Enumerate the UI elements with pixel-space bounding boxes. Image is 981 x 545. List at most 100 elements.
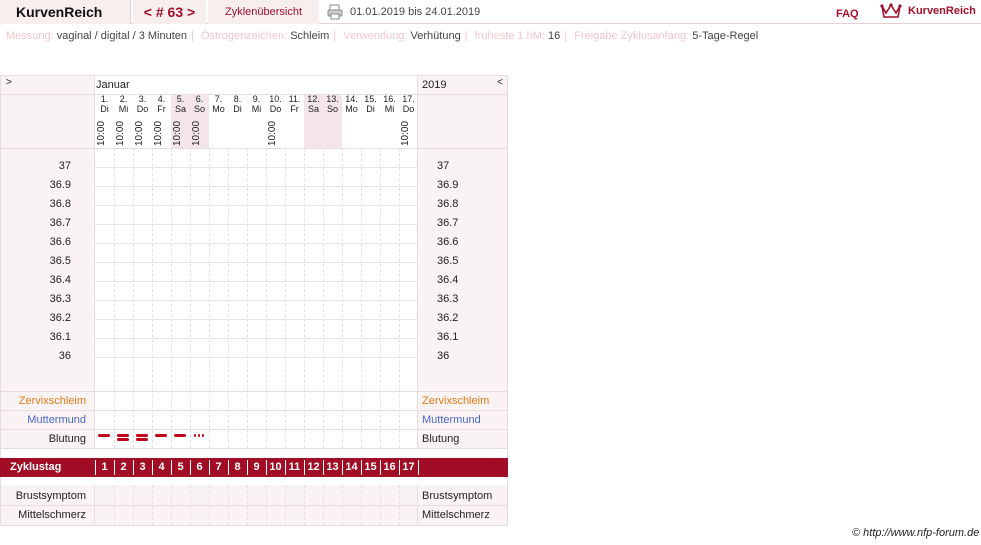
day-header[interactable]: 1. Di 10:00 [95,94,114,148]
grid-column-line [266,148,267,448]
row-divider [1,429,507,430]
temperature-tick-right: 36.9 [437,179,459,191]
temperature-gridline [95,167,418,168]
cycle-day-number: 14 [345,461,358,473]
cycle-day-number: 5 [177,461,184,473]
cycle-day-separator [266,460,267,475]
temperature-tick-left: 36.1 [49,331,71,343]
day-header[interactable]: 5. Sa 10:00 [171,94,190,148]
cycle-nav-button[interactable]: < # 63 > [133,0,206,24]
mittelschmerz-label: Mittelschmerz [18,509,86,521]
faq-link[interactable]: FAQ [836,8,859,20]
day-number: 11. [288,94,301,104]
day-header[interactable]: 8. Di [228,94,247,148]
measure-time: 10:00 [191,120,202,146]
cycle-overview-button[interactable]: Zyklenübersicht [208,0,319,24]
brand-link[interactable]: KurvenReich [908,5,976,17]
bleeding-mark[interactable] [174,434,186,437]
usage-label: Verwendung: [343,30,408,42]
next-cycle-arrow[interactable]: < [497,77,503,88]
cycle-day-number: 1 [101,461,108,473]
weekday: Sa [307,104,319,114]
bleeding-spot-mark[interactable] [202,434,204,437]
bleeding-spot-mark[interactable] [194,434,196,437]
bleeding-mark[interactable] [117,434,129,437]
grid-column-line [228,485,229,525]
day-header[interactable]: 12. Sa [304,94,323,148]
cervix-label: Muttermund [1,414,86,426]
grid-column-line [380,148,381,448]
bleeding-mark[interactable] [98,434,110,437]
temperature-tick-right: 36.1 [437,331,459,343]
cycle-day-number: 3 [139,461,146,473]
bleeding-mark[interactable] [136,434,148,437]
settings-line: Messung: vaginal / digital / 3 Minuten | … [6,30,759,42]
day-header[interactable]: 13. So [323,94,342,148]
weekday: Mi [251,104,262,114]
day-header[interactable]: 4. Fr 10:00 [152,94,171,148]
measure-value: vaginal / digital / 3 Minuten [56,30,188,42]
temperature-gridline [95,338,418,339]
day-header[interactable]: 10. Do 10:00 [266,94,285,148]
day-header[interactable]: 3. Do 10:00 [133,94,152,148]
measure-time: 10:00 [115,120,126,146]
bleeding-mark[interactable] [117,438,129,441]
previous-cycle-arrow[interactable]: > [6,77,12,88]
grid-column-line [114,485,115,525]
weekday: Di [366,104,375,114]
day-header[interactable]: 7. Mo [209,94,228,148]
cycle-day-number: 12 [307,461,320,473]
grid-column-line [399,148,400,448]
weekday: Di [100,104,109,114]
app-logo[interactable]: KurvenReich [0,0,131,24]
cervix-label-text: Muttermund [27,414,86,426]
bleeding-label-right: Blutung [422,433,460,445]
right-label-column [418,76,507,448]
bleeding-mark[interactable] [155,434,167,437]
grid-column-line [247,148,248,448]
cycle-day-label: Zyklustag [10,461,62,473]
day-number: 7. [214,94,223,104]
day-header[interactable]: 2. Mi 10:00 [114,94,133,148]
bleeding-mark[interactable] [136,438,148,441]
temperature-gridline [95,262,418,263]
grid-column-line [399,485,400,525]
bleeding-spot-mark[interactable] [198,434,200,437]
earliest-label: früheste 1.hM: [474,30,545,42]
day-header[interactable]: 9. Mi [247,94,266,148]
cycle-day-number: 7 [215,461,222,473]
day-header[interactable]: 6. So 10:00 [190,94,209,148]
cycle-day-separator [285,460,286,475]
top-bar: KurvenReich < # 63 > Zyklenübersicht 01.… [0,0,981,24]
cycle-day-number: 2 [120,461,127,473]
day-header[interactable]: 15. Di [361,94,380,148]
cycle-day-separator [304,460,305,475]
cycle-day-separator [228,460,229,475]
row-divider [1,391,507,392]
cycle-day-number: 6 [196,461,203,473]
day-number: 14. [345,94,358,104]
grid-column-line [190,485,191,525]
earliest-value: 16 [548,30,561,42]
day-header[interactable]: 17. Do 10:00 [399,94,418,148]
row-divider [1,410,507,411]
temperature-tick-left: 36.8 [49,198,71,210]
cervix-label-right: Muttermund [422,414,481,426]
grid-column-line [342,148,343,448]
printer-icon[interactable] [327,4,343,20]
usage-value: Verhütung [410,30,461,42]
weekday: So [326,104,338,114]
day-header[interactable]: 16. Mi [380,94,399,148]
temperature-gridline [95,224,418,225]
cycle-day-separator [380,460,381,475]
grid-column-line [342,485,343,525]
grid-column-line [171,485,172,525]
temperature-tick-right: 36.6 [437,236,459,248]
temperature-gridline [95,243,418,244]
grid-column-line [171,148,172,448]
temperature-tick-left: 36.5 [49,255,71,267]
day-header[interactable]: 11. Fr [285,94,304,148]
grid-column-line [361,148,362,448]
day-header[interactable]: 14. Mo [342,94,361,148]
grid-column-line [114,148,115,448]
